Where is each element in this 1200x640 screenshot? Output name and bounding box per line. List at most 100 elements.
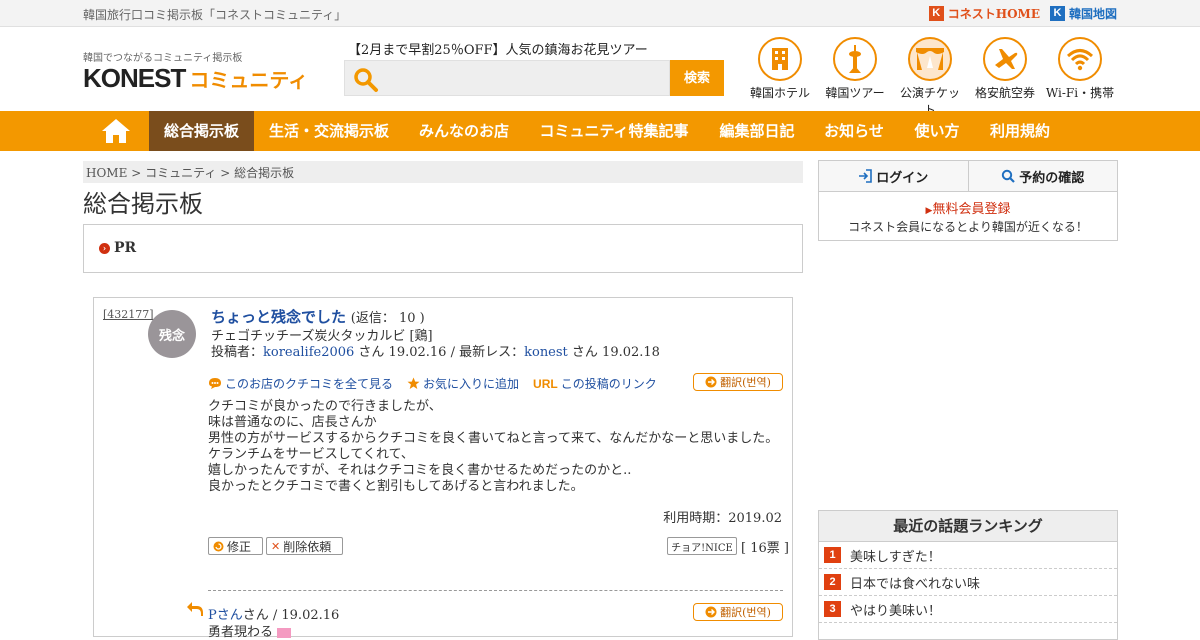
airplane-icon [983,37,1027,81]
site-tagline: 韓国旅行口コミ掲示板「コネストコミュニティ」 [83,8,347,22]
post-body: クチコミが良かったので行きましたが、 味は普通なのに、店長さんか 男性の方がサー… [208,399,779,494]
breadcrumb-home[interactable]: HOME [86,166,127,180]
nav-shops[interactable]: みんなのお店 [408,111,520,151]
login-icon [859,169,873,183]
speech-bubble-icon [209,378,221,389]
search-input[interactable] [344,60,670,96]
service-hotel[interactable]: 韓国ホテル [745,37,815,101]
ranking-item[interactable]: 1 美味しすぎた！ [819,542,1117,569]
pr-label: › PR [99,240,136,256]
nav-features[interactable]: コミュニティ特集記事 [528,111,700,151]
korea-map-link[interactable]: K 韓国地図 [1049,5,1117,22]
login-box: ログイン 予約の確認 ▶無料会員登録 コネスト会員になるとより韓国が近くなる！ [818,160,1118,241]
logo-text: KONEST [83,63,186,93]
reply-text-content: 勇者現わる [208,625,274,640]
nav-terms[interactable]: 利用規約 [980,111,1060,151]
service-flights[interactable]: 格安航空券 [970,37,1040,101]
url-tag: URL [533,376,558,391]
rank-badge: 3 [824,601,841,617]
divider [208,590,783,591]
korea-map-label: 韓国地図 [1068,7,1117,21]
ranking-item[interactable]: 2 日本では食べれない味 [819,569,1117,596]
home-icon[interactable] [83,111,149,151]
konest-home-link[interactable]: K コネストHOME [928,5,1040,22]
logo-community-text: コミュニティ [189,70,309,92]
all-reviews-label: このお店のクチコミを全て見る [225,377,394,391]
post-links: このお店のクチコミを全て見る お気に入りに追加 URL この投稿のリンク [208,375,657,392]
nice-button[interactable]: チョア!NICE [667,537,737,555]
edit-icon [213,541,224,551]
main-nav: 総合掲示板 生活・交流掲示板 みんなのお店 コミュニティ特集記事 編集部日記 お… [0,111,1200,151]
post-id-link[interactable]: [432177] [103,308,154,321]
all-reviews-link[interactable]: このお店のクチコミを全て見る [208,375,393,392]
service-wifi[interactable]: Wi-Fi・携帯 [1045,37,1115,101]
reply-text: 勇者現わる [208,621,292,640]
register-label: 無料会員登録 [932,202,1011,217]
service-tickets[interactable]: 公演チケット [895,37,965,118]
top-bar: 韓国旅行口コミ掲示板「コネストコミュニティ」 K コネストHOME K 韓国地図 [0,0,1200,27]
reply-arrow-icon [187,602,203,616]
reservation-check-button[interactable]: 予約の確認 [969,161,1118,191]
page-title: 総合掲示板 [83,190,203,218]
nav-general-board[interactable]: 総合掲示板 [149,111,254,151]
favorite-link[interactable]: お気に入りに追加 [407,375,519,392]
vote-count: [ 16票 ] [741,541,789,556]
nav-editor-diary[interactable]: 編集部日記 [708,111,806,151]
delete-request-button[interactable]: ✕ 削除依頼 [266,537,343,555]
breadcrumb-sep: > [220,166,231,180]
pr-text: PR [114,240,137,256]
nav-news[interactable]: お知らせ [814,111,894,151]
register-link[interactable]: ▶無料会員登録 [819,198,1117,217]
post-link-label: この投稿のリンク [560,377,657,391]
konest-k-icon: K [928,6,944,21]
edit-button[interactable]: 修正 [208,537,263,555]
nav-howto[interactable]: 使い方 [902,111,972,151]
ranking-title: 最近の話題ランキング [819,511,1117,542]
meta-date: さん 19.02.16 / 最新レス： [354,345,525,360]
service-label: 韓国ツアー [825,86,885,100]
translate-button[interactable]: 翻訳(번역) [693,373,783,391]
search-button[interactable]: 検索 [670,60,724,96]
rank-badge: 2 [824,574,841,590]
tower-icon [833,37,877,81]
nice-label: チョア!NICE [671,542,733,554]
konest-map-k-icon: K [1049,6,1065,21]
post-title-row: ちょっと残念でした (返信： 10 ) [211,306,425,327]
service-tour[interactable]: 韓国ツアー [820,37,890,101]
service-label: Wi-Fi・携帯 [1045,86,1115,100]
search-icon [1002,169,1016,183]
konest-logo[interactable]: KONEST コミュニティ [83,63,308,94]
rank-badge: 1 [824,547,841,563]
translate-label: 翻訳(번역) [720,376,771,389]
author-link[interactable]: korealife2006 [263,345,354,360]
breadcrumb-current[interactable]: 総合掲示板 [234,166,294,180]
emoji-icon [277,627,292,638]
meta-prefix: 投稿者： [211,345,264,360]
ranking-item[interactable]: 3 やはり美味い！ [819,596,1117,623]
ranking-item-title: 美味しすぎた！ [850,549,941,565]
logo-subtitle: 韓国でつながるコミュニティ掲示板 [83,53,243,64]
last-reply-date: さん 19.02.18 [567,345,660,360]
post-title[interactable]: ちょっと残念でした [211,308,346,326]
reply-translate-button[interactable]: 翻訳(번역) [693,603,783,621]
reservation-label: 予約の確認 [1019,170,1085,186]
edit-label: 修正 [227,539,252,554]
review-post: [432177] 残念 ちょっと残念でした (返信： 10 ) チェゴチッチーズ… [93,297,793,640]
header: 韓国でつながるコミュニティ掲示板 KONEST コミュニティ 【2月まで早割25％… [0,27,1200,117]
translate-icon [705,606,717,618]
login-button[interactable]: ログイン [819,161,969,191]
last-reply-user-link[interactable]: konest [524,345,568,360]
stage-icon [908,37,952,81]
star-icon [407,377,420,389]
breadcrumb-sep: > [131,166,142,180]
login-buttons: ログイン 予約の確認 [819,161,1117,192]
promo-link[interactable]: 【2月まで早割25％OFF】人気の鎮海お花見ツアー [348,39,648,58]
arrow-bullet-icon: › [99,242,110,254]
translate-label: 翻訳(번역) [720,606,771,619]
post-meta: 投稿者：korealife2006 さん 19.02.16 / 最新レス：kon… [211,341,660,360]
nav-life-board[interactable]: 生活・交流掲示板 [258,111,400,151]
breadcrumb-community[interactable]: コミュニティ [145,166,216,180]
post-link[interactable]: URL この投稿のリンク [533,375,657,392]
topic-ranking: 最近の話題ランキング 1 美味しすぎた！ 2 日本では食べれない味 3 やはり美… [818,510,1118,640]
usage-period: 利用時期：2019.02 [663,511,782,526]
